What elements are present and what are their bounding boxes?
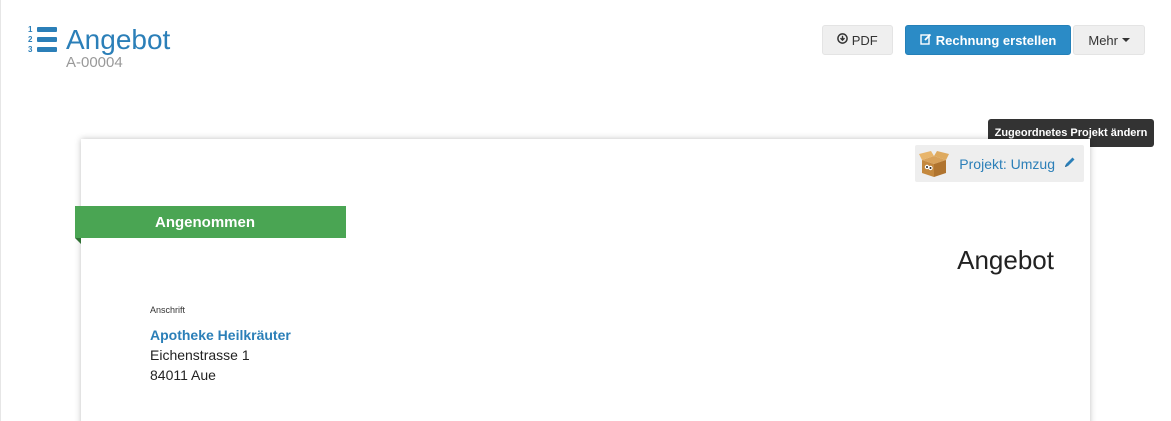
project-tag[interactable]: Projekt: Umzug <box>915 145 1084 182</box>
create-invoice-button[interactable]: Rechnung erstellen <box>904 25 1072 55</box>
create-invoice-label: Rechnung erstellen <box>935 32 1057 48</box>
page-left-border <box>0 0 1 421</box>
document-preview: Projekt: Umzug Angenommen Angebot Anschr… <box>75 139 1090 421</box>
action-button-group: Rechnung erstellen Mehr <box>904 25 1145 55</box>
address-label: Anschrift <box>150 305 186 315</box>
status-ribbon: Angenommen <box>75 206 346 244</box>
more-button-label: Mehr <box>1088 32 1118 48</box>
download-circle-icon <box>836 33 848 47</box>
page-title: Angebot <box>66 24 171 55</box>
title-row: 1 2 3 Angebot <box>28 24 170 56</box>
ordered-list-icon: 1 2 3 <box>28 25 58 55</box>
project-link[interactable]: Projekt: Umzug <box>959 156 1055 172</box>
list-bar-2 <box>37 37 57 42</box>
document-heading: Angebot <box>957 245 1054 275</box>
address-city: 84011 Aue <box>150 367 216 383</box>
list-number-1: 1 <box>28 25 33 34</box>
pdf-button[interactable]: PDF <box>821 25 893 55</box>
edit-icon <box>920 33 932 48</box>
pdf-button-label: PDF <box>851 32 878 48</box>
tooltip-text: Zugeordnetes Projekt ändern <box>994 127 1148 139</box>
pencil-icon[interactable] <box>1063 156 1076 172</box>
more-dropdown-button[interactable]: Mehr <box>1073 25 1145 55</box>
moving-box-icon <box>919 149 950 179</box>
list-bar-3 <box>37 47 57 52</box>
address-block: Anschrift Apotheke Heilkräuter Eichenstr… <box>150 305 291 385</box>
page-header: 1 2 3 Angebot A-00004 <box>28 24 170 71</box>
list-bar-1 <box>37 27 57 32</box>
document-number: A-00004 <box>66 54 123 71</box>
toolbar: PDF Rechnung erstellen Mehr <box>821 25 1145 55</box>
list-number-3: 3 <box>28 45 33 54</box>
customer-name-link[interactable]: Apotheke Heilkräuter <box>150 325 291 345</box>
address-street: Eichenstrasse 1 <box>150 347 250 363</box>
status-label: Angenommen <box>155 213 256 231</box>
caret-down-icon <box>1122 38 1130 42</box>
list-number-2: 2 <box>28 35 33 44</box>
